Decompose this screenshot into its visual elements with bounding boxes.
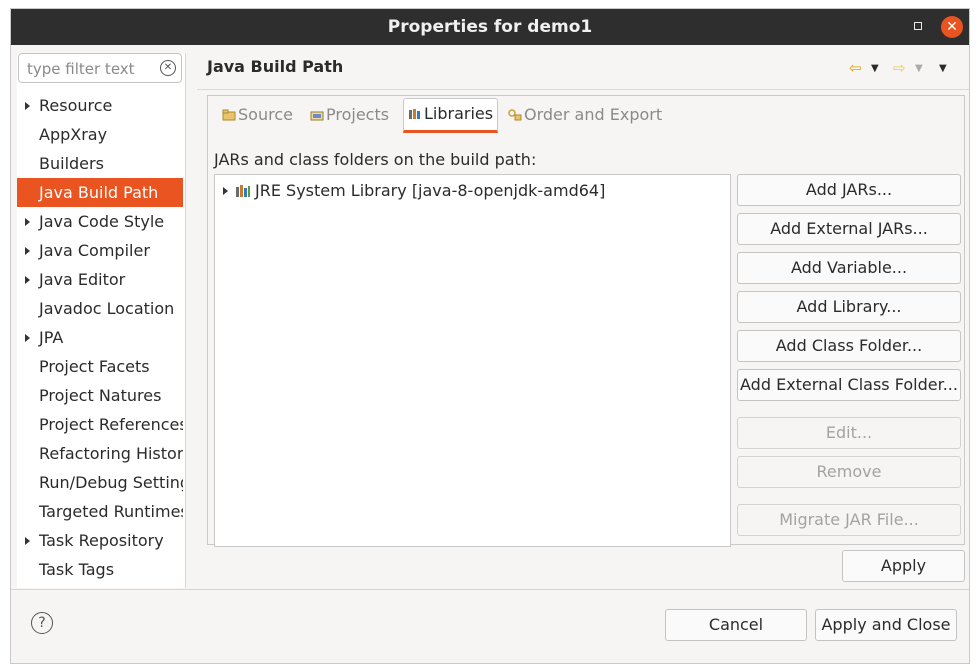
tab-source[interactable]: Source xyxy=(222,100,293,130)
tree-item-label: Resource xyxy=(39,96,113,115)
expand-arrow-icon[interactable] xyxy=(25,276,30,284)
tree-item-label: Run/Debug Settings xyxy=(39,473,183,492)
maximize-icon[interactable] xyxy=(914,22,922,30)
tree-item-label: JPA xyxy=(39,328,64,347)
page-title: Java Build Path xyxy=(207,57,344,76)
tab-label: Order and Export xyxy=(524,105,663,124)
title-bar: Properties for demo1 ✕ xyxy=(11,9,969,45)
footer-separator xyxy=(11,589,969,590)
tree-item-label: Project Natures xyxy=(39,386,162,405)
library-icon xyxy=(409,109,420,119)
build-path-tab-folder: Source Projects Libraries Order and Expo… xyxy=(207,95,965,547)
tree-item-label: Java Code Style xyxy=(39,212,165,231)
tree-item-label: Project Facets xyxy=(39,357,150,376)
libraries-section-label: JARs and class folders on the build path… xyxy=(214,150,537,169)
edit-button[interactable]: Edit... xyxy=(737,417,961,449)
tree-item-resource[interactable]: Resource xyxy=(17,91,183,120)
apply-and-close-button[interactable]: Apply and Close xyxy=(815,609,957,641)
clear-filter-icon[interactable]: ✕ xyxy=(160,60,176,76)
cancel-button[interactable]: Cancel xyxy=(665,609,807,641)
remove-button[interactable]: Remove xyxy=(737,456,961,488)
add-variable-button[interactable]: Add Variable... xyxy=(737,252,961,284)
back-arrow-icon[interactable]: ⇦ xyxy=(849,59,862,77)
tree-item-label: Builders xyxy=(39,154,104,173)
tree-item-appxray[interactable]: AppXray xyxy=(17,120,183,149)
tree-item-project-natures[interactable]: Project Natures xyxy=(17,381,183,410)
expand-arrow-icon[interactable] xyxy=(25,247,30,255)
add-jars-button[interactable]: Add JARs... xyxy=(737,174,961,206)
tab-label: Source xyxy=(238,105,293,124)
tree-item-label: Task Tags xyxy=(39,560,115,579)
tree-item-label: Refactoring History xyxy=(39,444,183,463)
tab-libraries[interactable]: Libraries xyxy=(403,98,499,133)
tree-item-label: Java Editor xyxy=(39,270,126,289)
tree-item-label: Targeted Runtimes xyxy=(39,502,183,521)
tree-item-java-editor[interactable]: Java Editor xyxy=(17,265,183,294)
filter-input[interactable] xyxy=(25,58,157,80)
add-class-folder-button[interactable]: Add Class Folder... xyxy=(737,330,961,362)
tree-item-label: Java Compiler xyxy=(39,241,150,260)
tree-item-project-references[interactable]: Project References xyxy=(17,410,183,439)
add-external-class-folder-button[interactable]: Add External Class Folder... xyxy=(737,369,961,401)
tree-item-java-code-style[interactable]: Java Code Style xyxy=(17,207,183,236)
expand-arrow-icon[interactable] xyxy=(25,334,30,342)
tab-label: Libraries xyxy=(424,104,494,123)
help-icon[interactable]: ? xyxy=(31,612,53,634)
forward-dropdown-icon[interactable]: ▼ xyxy=(915,63,923,74)
order-export-icon xyxy=(508,109,522,121)
tab-projects[interactable]: Projects xyxy=(310,100,389,130)
tree-item-java-compiler[interactable]: Java Compiler xyxy=(17,236,183,265)
tab-order-and-export[interactable]: Order and Export xyxy=(508,100,662,130)
expand-arrow-icon[interactable] xyxy=(223,187,228,195)
tab-label: Projects xyxy=(326,105,390,124)
view-menu-icon[interactable]: ▼ xyxy=(939,63,947,74)
project-icon xyxy=(310,111,324,121)
tree-item-task-tags[interactable]: Task Tags xyxy=(17,555,183,584)
migrate-jar-file-button[interactable]: Migrate JAR File... xyxy=(737,504,961,536)
tree-item-label: AppXray xyxy=(39,125,108,144)
tree-item-label: Task Repository xyxy=(39,531,164,550)
tree-item-task-repository[interactable]: Task Repository xyxy=(17,526,183,555)
tree-item-project-facets[interactable]: Project Facets xyxy=(17,352,183,381)
tree-item-label: Project References xyxy=(39,415,183,434)
tree-item-javadoc-location[interactable]: Javadoc Location xyxy=(17,294,183,323)
add-external-jars-button[interactable]: Add External JARs... xyxy=(737,213,961,245)
apply-button[interactable]: Apply xyxy=(842,550,965,582)
back-dropdown-icon[interactable]: ▼ xyxy=(871,63,879,74)
close-icon[interactable]: ✕ xyxy=(941,16,963,38)
add-library-button[interactable]: Add Library... xyxy=(737,291,961,323)
source-folder-icon xyxy=(222,109,236,121)
tree-item-targeted-runtimes[interactable]: Targeted Runtimes xyxy=(17,497,183,526)
tab-bar: Source Projects Libraries Order and Expo… xyxy=(208,96,964,133)
page-navigation: ⇦ ▼ ⇨ ▼ ▼ xyxy=(849,59,967,77)
tree-item-refactoring-history[interactable]: Refactoring History xyxy=(17,439,183,468)
tree-item-label: Javadoc Location xyxy=(39,299,175,318)
window-title: Properties for demo1 xyxy=(387,17,593,37)
library-entry-label: JRE System Library [java-8-openjdk-amd64… xyxy=(255,181,606,200)
tree-item-builders[interactable]: Builders xyxy=(17,149,183,178)
properties-dialog: Properties for demo1 ✕ ✕ Resource AppXra… xyxy=(10,8,970,664)
tree-item-run-debug-settings[interactable]: Run/Debug Settings xyxy=(17,468,183,497)
tree-item-label: Java Build Path xyxy=(39,183,159,202)
expand-arrow-icon[interactable] xyxy=(25,102,30,110)
forward-arrow-icon[interactable]: ⇨ xyxy=(893,59,906,77)
library-icon xyxy=(236,185,250,197)
tree-item-jpa[interactable]: JPA xyxy=(17,323,183,352)
tree-item-java-build-path[interactable]: Java Build Path xyxy=(17,178,183,207)
preferences-tree-pane: ✕ Resource AppXray Builders Java Build P… xyxy=(17,53,186,588)
filter-field[interactable]: ✕ xyxy=(18,53,182,83)
expand-arrow-icon[interactable] xyxy=(25,537,30,545)
expand-arrow-icon[interactable] xyxy=(25,218,30,226)
tree-row-jre-system-library[interactable]: JRE System Library [java-8-openjdk-amd64… xyxy=(215,179,730,203)
build-path-entries-tree[interactable]: JRE System Library [java-8-openjdk-amd64… xyxy=(214,174,731,547)
header-separator xyxy=(197,89,969,90)
